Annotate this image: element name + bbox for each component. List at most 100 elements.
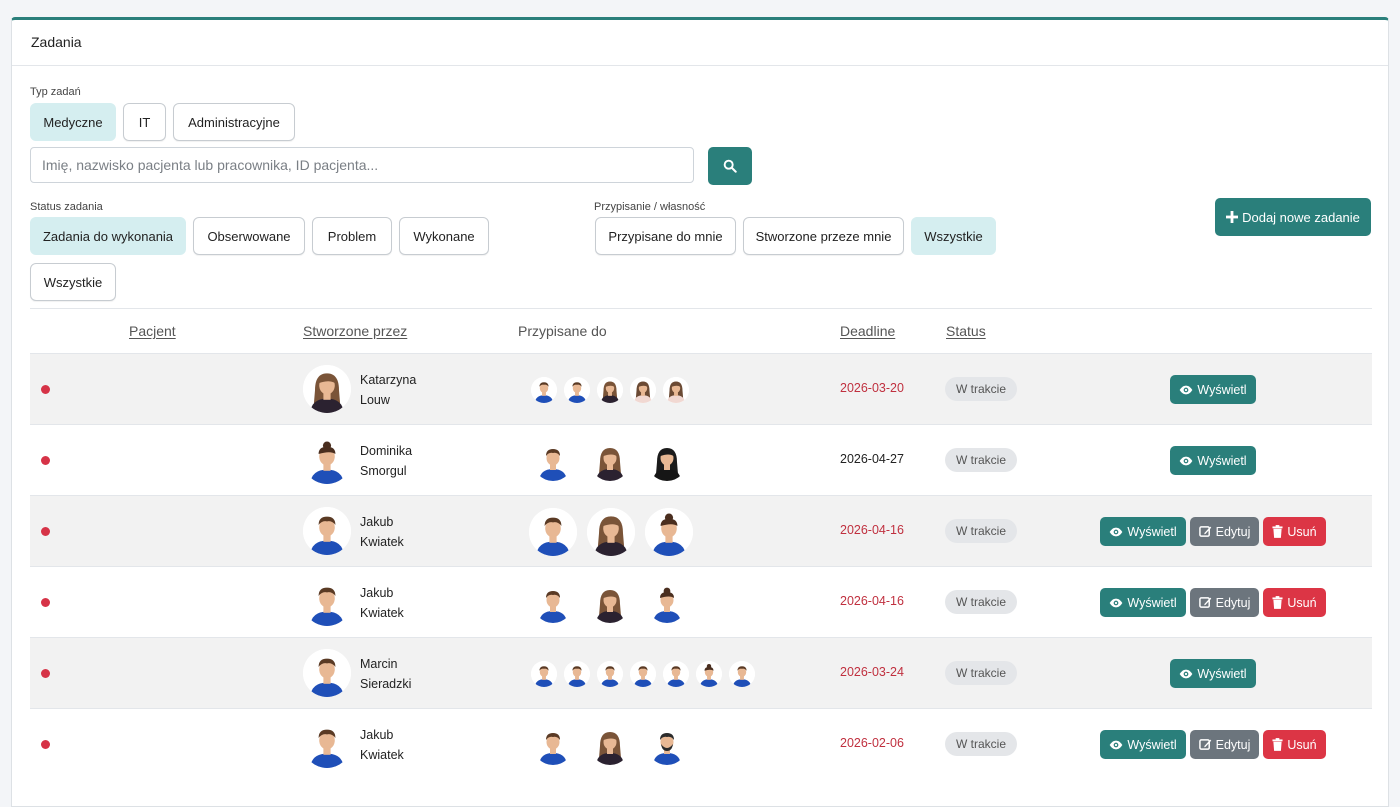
status-observed-button[interactable]: Obserwowane [193, 217, 305, 255]
assignee-avatar[interactable] [663, 376, 689, 403]
view-button[interactable]: Wyświetl [1170, 659, 1256, 688]
view-button[interactable]: Wyświetl [1100, 517, 1186, 546]
creator-avatar [303, 720, 351, 768]
creator-last-name: Kwiatek [360, 748, 404, 762]
table-row[interactable]: Dominika Smorgul 2026-04-27 W trakcie Wyświe… [30, 424, 1372, 495]
trash-icon [1272, 738, 1283, 751]
eye-icon [1109, 598, 1123, 608]
assignee-avatar[interactable] [696, 660, 722, 687]
status-problem-button[interactable]: Problem [312, 217, 392, 255]
row-actions: Wyświetl Edytuj Usuń [1100, 496, 1326, 567]
creator-last-name: Kwiatek [360, 535, 404, 549]
priority-dot [41, 527, 50, 536]
plus-icon [1226, 211, 1239, 223]
creator-avatar [303, 578, 351, 626]
delete-button[interactable]: Usuń [1263, 588, 1326, 617]
assignee-avatar[interactable] [597, 376, 623, 403]
header-patient[interactable]: Pacjent [129, 323, 176, 339]
status-badge: W trakcie [945, 519, 1018, 543]
assignee-avatar[interactable] [630, 660, 656, 687]
view-button-label: Wyświetl [1127, 737, 1177, 752]
status-badge: W trakcie [945, 661, 1018, 685]
creator-first-name: Katarzyna [360, 373, 417, 387]
priority-dot [41, 598, 50, 607]
assignee-avatar[interactable] [533, 582, 573, 623]
priority-dot [41, 385, 50, 394]
filters-divider [30, 308, 1372, 309]
task-type-admin-button[interactable]: Administracyjne [173, 103, 295, 141]
tasks-table-body: Katarzyna Louw 2026-03-20 W trakcie Wyświetl… [30, 353, 1372, 779]
creator-first-name: Jakub [360, 515, 394, 529]
search-button[interactable] [708, 147, 752, 185]
assignees-group [517, 638, 755, 709]
assignee-avatar[interactable] [531, 376, 557, 403]
assignee-avatar[interactable] [647, 440, 687, 481]
creator-last-name: Smorgul [360, 464, 407, 478]
assignee-avatar[interactable] [645, 507, 693, 556]
view-button[interactable]: Wyświetl [1170, 446, 1256, 475]
assignee-avatar[interactable] [597, 660, 623, 687]
status-badge: W trakcie [945, 448, 1018, 472]
ownership-created-button[interactable]: Stworzone przeze mnie [743, 217, 904, 255]
assignee-avatar[interactable] [630, 376, 656, 403]
deadline-value: 2026-03-20 [840, 381, 904, 395]
delete-button[interactable]: Usuń [1263, 730, 1326, 759]
delete-button-label: Usuń [1287, 737, 1317, 752]
delete-button-label: Usuń [1287, 524, 1317, 539]
creator-last-name: Kwiatek [360, 606, 404, 620]
status-todo-button[interactable]: Zadania do wykonania [30, 217, 186, 255]
header-assigned-to: Przypisane do [518, 323, 607, 339]
creator-avatar [303, 365, 351, 413]
assignee-avatar[interactable] [531, 660, 557, 687]
assignee-avatar[interactable] [729, 660, 755, 687]
view-button[interactable]: Wyświetl [1170, 375, 1256, 404]
assignee-avatar[interactable] [529, 507, 577, 556]
creator-last-name: Sieradzki [360, 677, 412, 691]
header-deadline[interactable]: Deadline [840, 323, 895, 339]
assignees-group [517, 567, 687, 638]
assignee-avatar[interactable] [564, 376, 590, 403]
assignee-avatar[interactable] [533, 440, 573, 481]
assignee-avatar[interactable] [590, 582, 630, 623]
assignee-avatar[interactable] [647, 724, 687, 765]
table-row[interactable]: Jakub Kwiatek 2026-04-16 W trakcie Wyświetl E… [30, 495, 1372, 566]
assignee-avatar[interactable] [590, 440, 630, 481]
add-task-label: Dodaj nowe zadanie [1242, 209, 1360, 225]
edit-button[interactable]: Edytuj [1189, 730, 1260, 759]
table-row[interactable]: Katarzyna Louw 2026-03-20 W trakcie Wyświetl [30, 353, 1372, 424]
assignee-avatar[interactable] [663, 660, 689, 687]
ownership-assigned-button[interactable]: Przypisane do mnie [595, 217, 736, 255]
assignee-avatar[interactable] [647, 582, 687, 623]
creator-avatar [303, 649, 351, 697]
assignee-avatar[interactable] [533, 724, 573, 765]
edit-button[interactable]: Edytuj [1189, 588, 1260, 617]
priority-dot [41, 669, 50, 678]
priority-dot [41, 456, 50, 465]
assignee-avatar[interactable] [590, 724, 630, 765]
assignee-avatar[interactable] [587, 507, 635, 556]
status-all-button[interactable]: Wszystkie [30, 263, 116, 301]
add-task-button[interactable]: Dodaj nowe zadanie [1215, 198, 1371, 236]
view-button-label: Wyświetl [1127, 524, 1177, 539]
header-created-by[interactable]: Stworzone przez [303, 323, 407, 339]
view-button[interactable]: Wyświetl [1100, 588, 1186, 617]
table-row[interactable]: Jakub Kwiatek 2026-04-16 W trakcie Wyświetl E… [30, 566, 1372, 637]
row-actions: Wyświetl [1100, 354, 1326, 425]
task-type-medical-button[interactable]: Medyczne [30, 103, 116, 141]
view-button[interactable]: Wyświetl [1100, 730, 1186, 759]
task-type-it-button[interactable]: IT [123, 103, 166, 141]
table-row[interactable]: Marcin Sieradzki 2026-03-24 W trakcie Wyświe… [30, 637, 1372, 708]
priority-dot [41, 740, 50, 749]
status-done-button[interactable]: Wykonane [399, 217, 489, 255]
edit-button-label: Edytuj [1215, 737, 1251, 752]
edit-icon [1198, 525, 1212, 538]
delete-button[interactable]: Usuń [1263, 517, 1326, 546]
assignees-group [517, 496, 693, 567]
search-input[interactable] [30, 147, 694, 183]
ownership-all-button[interactable]: Wszystkie [911, 217, 996, 255]
status-filter-label: Status zadania [30, 201, 103, 213]
table-row[interactable]: Jakub Kwiatek 2026-02-06 W trakcie Wyświetl E… [30, 708, 1372, 779]
assignee-avatar[interactable] [564, 660, 590, 687]
edit-button[interactable]: Edytuj [1189, 517, 1260, 546]
header-status[interactable]: Status [946, 323, 986, 339]
